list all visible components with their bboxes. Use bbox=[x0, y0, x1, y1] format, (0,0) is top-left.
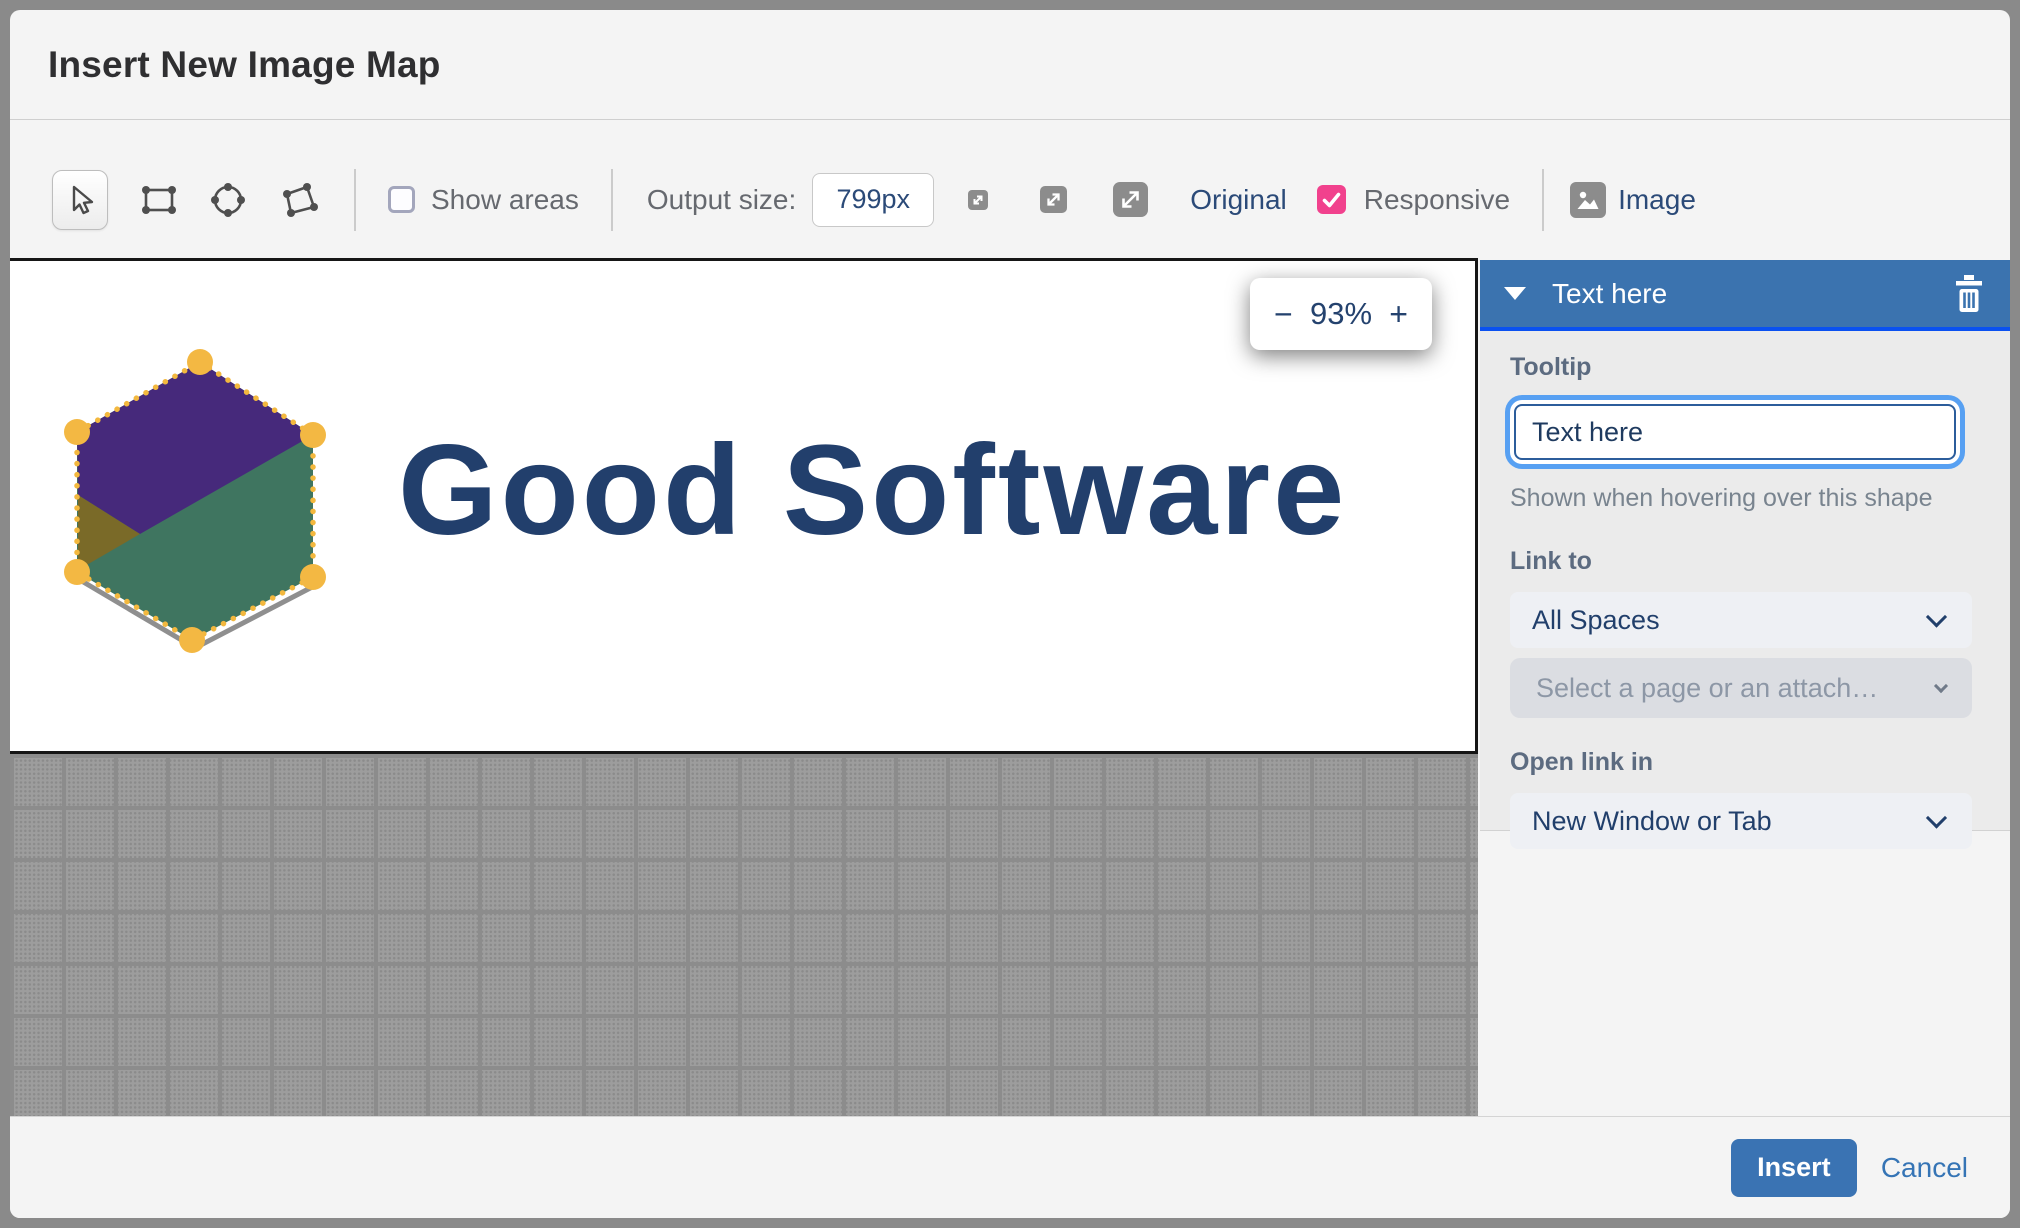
selected-hexagon-shape[interactable] bbox=[50, 337, 350, 657]
zoom-control: − 93% + bbox=[1250, 278, 1432, 350]
dialog-titlebar: Insert New Image Map bbox=[10, 10, 2010, 120]
resize-small-button[interactable] bbox=[968, 190, 988, 210]
resize-large-button[interactable] bbox=[1113, 182, 1148, 217]
insert-button[interactable]: Insert bbox=[1731, 1139, 1857, 1197]
open-link-in-label: Open link in bbox=[1510, 748, 1980, 777]
rectangle-shape-icon bbox=[138, 182, 180, 218]
zoom-level-value: 93% bbox=[1310, 296, 1372, 332]
chevron-down-icon bbox=[1926, 807, 1947, 828]
image-canvas[interactable]: Good Software − 93% + bbox=[10, 258, 1478, 754]
work-area: Good Software − 93% + Text here bbox=[10, 248, 2010, 1126]
rectangle-tool-button[interactable] bbox=[138, 182, 180, 218]
circle-shape-icon bbox=[206, 178, 250, 222]
image-icon bbox=[1570, 182, 1606, 218]
checkmark-icon bbox=[1321, 191, 1342, 209]
delete-shape-button[interactable] bbox=[1952, 275, 1986, 313]
polygon-tool-button[interactable] bbox=[276, 179, 322, 221]
resize-medium-button[interactable] bbox=[1040, 186, 1067, 213]
polygon-shape-icon bbox=[276, 179, 322, 221]
output-size-label: Output size: bbox=[647, 184, 796, 216]
image-button[interactable]: Image bbox=[1570, 182, 1696, 218]
page-select-placeholder: Select a page or an attach… bbox=[1510, 673, 1930, 704]
toolbar-divider bbox=[1542, 169, 1544, 231]
select-tool-button[interactable] bbox=[52, 170, 108, 230]
dialog-title: Insert New Image Map bbox=[48, 44, 441, 86]
panel-empty-area bbox=[1480, 831, 2010, 1126]
dialog-footer: Insert Cancel bbox=[10, 1116, 2010, 1218]
canvas-image-text: Good Software bbox=[398, 417, 1347, 564]
zoom-out-button[interactable]: − bbox=[1274, 298, 1293, 330]
open-link-value: New Window or Tab bbox=[1510, 806, 1772, 837]
tooltip-label: Tooltip bbox=[1510, 353, 1980, 382]
image-label: Image bbox=[1618, 184, 1696, 216]
cancel-button[interactable]: Cancel bbox=[1881, 1152, 1968, 1184]
zoom-in-button[interactable]: + bbox=[1389, 298, 1408, 330]
tooltip-input[interactable] bbox=[1514, 404, 1956, 460]
toolbar: Show areas Output size: bbox=[10, 121, 2010, 248]
canvas-overflow-grid bbox=[10, 754, 1478, 1126]
responsive-checkbox[interactable] bbox=[1317, 185, 1346, 214]
shape-panel-body: Tooltip Shown when hovering over this sh… bbox=[1480, 331, 2010, 830]
toolbar-divider bbox=[611, 169, 613, 231]
collapse-caret-icon bbox=[1504, 287, 1526, 300]
page-select[interactable]: Select a page or an attach… bbox=[1510, 658, 1972, 718]
toolbar-divider bbox=[354, 169, 356, 231]
show-areas-checkbox[interactable] bbox=[388, 186, 415, 213]
shape-panel-header[interactable]: Text here bbox=[1480, 260, 2010, 331]
space-select-value: All Spaces bbox=[1510, 605, 1660, 636]
page-background: Insert New Image Map bbox=[0, 0, 2020, 1228]
insert-image-map-dialog: Insert New Image Map bbox=[10, 10, 2010, 1218]
shape-panel-title: Text here bbox=[1552, 278, 1952, 310]
resize-arrow-icon bbox=[971, 193, 985, 207]
output-size-input[interactable] bbox=[812, 173, 934, 227]
tooltip-hint: Shown when hovering over this shape bbox=[1510, 484, 1980, 513]
shape-properties-panel: Text here Tooltip bbox=[1480, 260, 2010, 1126]
link-to-label: Link to bbox=[1510, 547, 1980, 576]
open-link-select[interactable]: New Window or Tab bbox=[1510, 793, 1972, 849]
cursor-icon bbox=[65, 183, 95, 217]
chevron-down-icon bbox=[1926, 606, 1947, 627]
show-areas-label: Show areas bbox=[431, 184, 579, 216]
space-select[interactable]: All Spaces bbox=[1510, 592, 1972, 648]
original-size-button[interactable]: Original bbox=[1190, 184, 1286, 216]
resize-arrow-icon bbox=[1118, 187, 1143, 212]
responsive-label: Responsive bbox=[1364, 184, 1510, 216]
circle-tool-button[interactable] bbox=[206, 178, 250, 222]
chevron-down-icon bbox=[1934, 679, 1948, 693]
resize-arrow-icon bbox=[1044, 190, 1063, 209]
